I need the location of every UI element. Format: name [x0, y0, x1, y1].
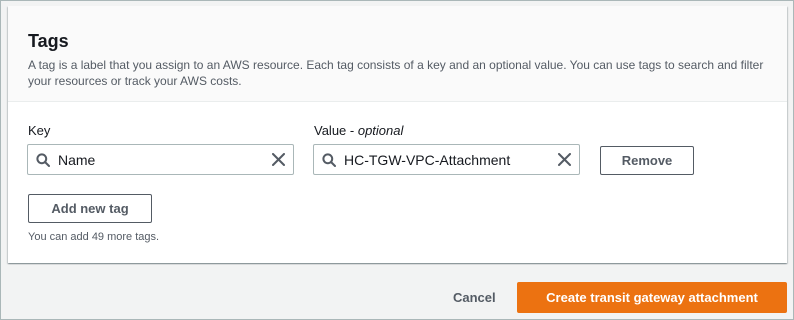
key-field-value[interactable]: Name	[58, 151, 263, 169]
tags-remaining-hint: You can add 49 more tags.	[28, 231, 160, 243]
tags-panel-header: Tags A tag is a label that you assign to…	[8, 6, 787, 102]
tags-panel: Tags A tag is a label that you assign to…	[8, 6, 787, 263]
value-label: Value - optional	[314, 123, 403, 139]
key-field[interactable]: Name	[27, 144, 294, 175]
panel-title: Tags	[28, 31, 69, 51]
close-icon[interactable]	[549, 145, 579, 174]
value-field-value[interactable]: HC-TGW-VPC-Attachment	[344, 151, 549, 169]
value-label-optional: optional	[357, 123, 404, 138]
add-new-tag-button[interactable]: Add new tag	[28, 194, 152, 223]
key-label: Key	[28, 123, 51, 138]
close-icon[interactable]	[263, 145, 293, 174]
search-icon	[28, 152, 58, 167]
value-field[interactable]: HC-TGW-VPC-Attachment	[313, 144, 580, 175]
panel-description: A tag is a label that you assign to an A…	[28, 58, 764, 88]
create-transit-gateway-attachment-button[interactable]: Create transit gateway attachment	[517, 282, 787, 313]
remove-tag-button[interactable]: Remove	[600, 146, 694, 175]
value-label-main: Value -	[314, 123, 358, 138]
search-icon	[314, 152, 344, 167]
cancel-button[interactable]: Cancel	[453, 290, 496, 306]
